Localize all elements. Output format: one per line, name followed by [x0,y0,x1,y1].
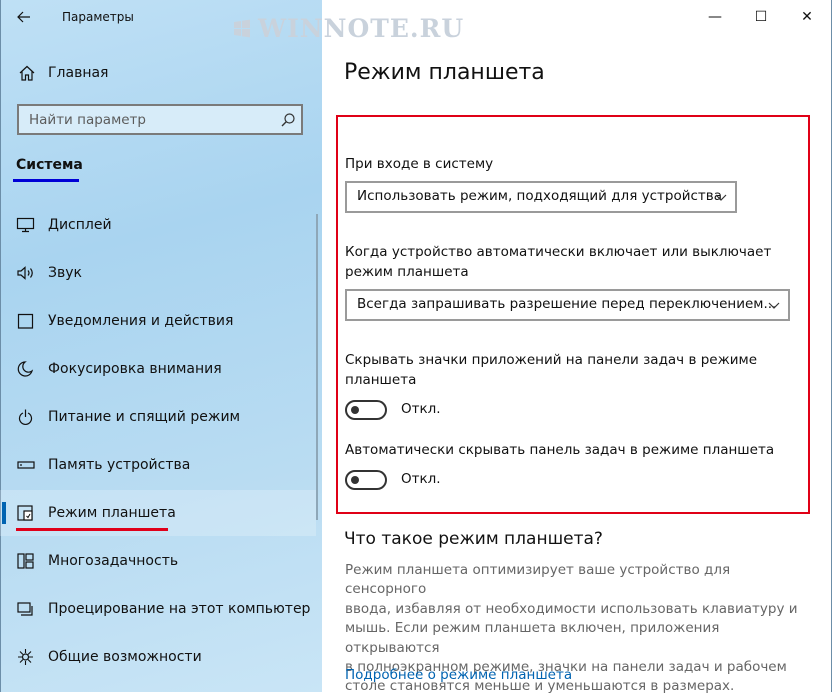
chevron-down-icon [768,302,780,309]
sidebar-item-projecting[interactable]: Проецирование на этот компьютер [0,586,316,632]
multitasking-icon [17,553,34,569]
sidebar-item-label: Проецирование на этот компьютер [48,601,311,617]
sidebar-item-label: Питание и спящий режим [48,409,241,425]
sidebar-item-label: Многозадачность [48,553,179,569]
sidebar-item-focus-assist[interactable]: Фокусировка внимания [0,346,316,392]
tablet-mode-icon [17,505,33,521]
hide-taskbar-toggle[interactable] [345,470,387,490]
sidebar: Параметры Главная Система Дисплей Звук [0,0,322,692]
display-icon [16,217,35,233]
sidebar-item-label: Режим планшета [48,505,176,521]
hide-taskbar-state: Откл. [401,471,441,487]
hide-icons-label-line2: планшета [345,372,417,388]
minimize-button[interactable]: — [692,0,738,34]
learn-more-link[interactable]: Подробнее о режиме планшета [345,667,572,683]
moon-icon [17,361,34,377]
sidebar-item-label: Общие возможности [48,649,202,665]
shared-experiences-icon [18,649,33,665]
hide-taskbar-label: Автоматически скрывать панель задач в ре… [345,442,775,458]
auto-switch-label-line1: Когда устройство автоматически включает … [345,244,772,260]
annotation-underline-blue [13,179,79,182]
hide-icons-toggle[interactable] [345,400,387,420]
projecting-icon [17,602,33,616]
search-box[interactable] [17,104,303,135]
power-icon [18,409,33,426]
toggle-knob [351,406,359,414]
back-button[interactable] [10,4,38,30]
close-icon: ✕ [801,9,813,25]
signin-mode-dropdown[interactable]: Использовать режим, подходящий для устро… [345,181,737,213]
sidebar-item-label: Память устройства [48,457,191,473]
dropdown-value: Всегда запрашивать разрешение перед пере… [357,296,777,312]
notifications-icon [17,313,34,329]
search-icon[interactable] [279,111,297,129]
sidebar-item-storage[interactable]: Память устройства [0,442,316,488]
auto-switch-dropdown[interactable]: Всегда запрашивать разрешение перед пере… [345,289,790,321]
app-title: Параметры [62,10,134,24]
about-heading: Что такое режим планшета? [344,529,603,549]
home-icon [19,65,35,81]
sidebar-item-power-sleep[interactable]: Питание и спящий режим [0,394,316,440]
sidebar-item-label: Звук [48,265,82,281]
about-line: Режим планшета оптимизирует ваше устройс… [345,562,731,598]
sidebar-item-label: Уведомления и действия [48,313,234,329]
hide-icons-state: Откл. [401,401,441,417]
hide-icons-label-line1: Скрывать значки приложений на панели зад… [345,352,758,368]
section-title: Система [16,157,83,173]
sidebar-item-label: Фокусировка внимания [48,361,222,377]
maximize-button[interactable]: ☐ [738,0,784,34]
watermark: WINNOTE.RU [258,14,465,43]
sidebar-item-label: Главная [48,65,109,81]
sound-icon [17,266,33,280]
sidebar-scrollbar[interactable] [316,214,318,520]
auto-switch-label-line2: режим планшета [345,264,469,280]
arrow-left-icon [17,11,30,23]
sidebar-item-label: Дисплей [48,217,112,233]
sidebar-item-sound[interactable]: Звук [0,250,316,296]
page-title: Режим планшета [344,60,545,85]
minimize-icon: — [708,9,722,25]
sidebar-item-home[interactable]: Главная [0,60,322,88]
about-line: ввода, избавляя от необходимости использ… [345,600,798,617]
storage-icon [17,461,35,469]
sidebar-item-notifications[interactable]: Уведомления и действия [0,298,316,344]
chevron-down-icon [715,194,727,201]
annotation-underline-red [16,528,168,531]
sidebar-item-shared-experiences[interactable]: Общие возможности [0,634,316,680]
search-input[interactable] [19,106,279,133]
maximize-icon: ☐ [754,9,768,25]
selection-indicator [2,502,6,524]
dropdown-value: Использовать режим, подходящий для устро… [357,188,722,204]
toggle-knob [351,476,359,484]
close-button[interactable]: ✕ [784,0,830,34]
content-pane: WINNOTE.RU — ☐ ✕ Режим планшета При вход… [234,0,832,694]
about-line: мышь. Если режим планшета включен, прило… [345,620,720,656]
sidebar-item-display[interactable]: Дисплей [0,202,316,248]
signin-label: При входе в систему [345,156,494,172]
sidebar-item-multitasking[interactable]: Многозадачность [0,538,316,584]
watermark-logo-icon [234,19,250,38]
